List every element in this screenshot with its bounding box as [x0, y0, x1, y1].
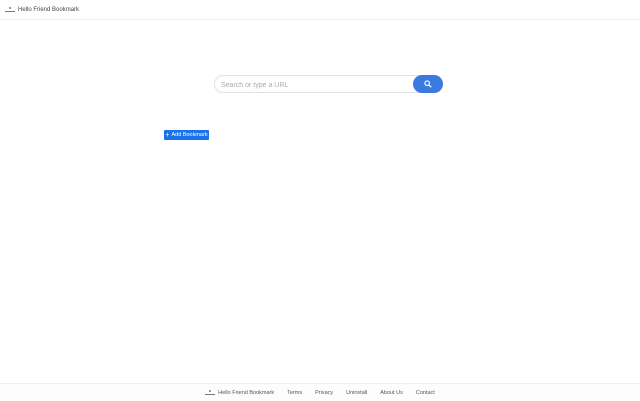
footer: Hello Friend Bookmark Terms Privacy Unin…: [0, 383, 640, 401]
search-icon: [424, 80, 432, 88]
add-bookmark-button[interactable]: + Add Bookmark: [164, 130, 209, 140]
footer-link-uninstall[interactable]: Uninstall: [346, 390, 367, 396]
add-bookmark-label: Add Bookmark: [171, 132, 208, 138]
footer-link-terms[interactable]: Terms: [287, 390, 302, 396]
footer-link-privacy[interactable]: Privacy: [315, 390, 333, 396]
search-bar: [214, 75, 443, 93]
header: Hello Friend Bookmark: [0, 0, 640, 20]
footer-logo-icon: [205, 390, 216, 395]
footer-link-about[interactable]: About Us: [380, 390, 403, 396]
footer-link-contact[interactable]: Contact: [416, 390, 435, 396]
search-button[interactable]: [413, 75, 443, 93]
plus-icon: +: [165, 131, 170, 139]
search-input[interactable]: [219, 78, 413, 93]
logo-icon: [5, 7, 15, 12]
footer-title: Hello Friend Bookmark: [218, 389, 275, 396]
app-title: Hello Friend Bookmark: [18, 6, 80, 13]
